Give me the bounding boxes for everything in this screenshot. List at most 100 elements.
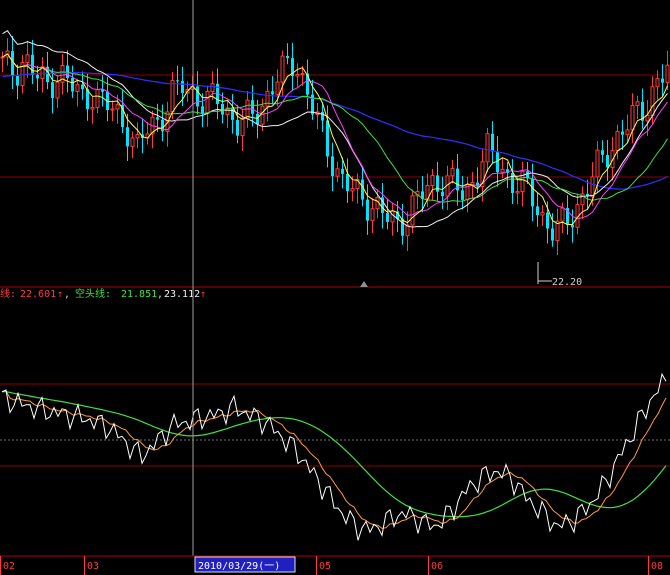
candle-body (286, 56, 289, 59)
x-tick-label: 06 (431, 561, 443, 572)
candle-body (16, 75, 19, 86)
indicator-separator: , (64, 289, 70, 300)
indicator-prefix: 线: (0, 287, 16, 300)
candle-body (601, 150, 604, 155)
candle-body (271, 91, 274, 95)
candle-body (370, 208, 375, 222)
candle-body (221, 103, 224, 115)
candle-body (546, 212, 549, 229)
candle-body (515, 191, 520, 194)
x-tick-group: 02 03 05 06 08 (0, 556, 663, 575)
indicator-value-3: 23.112 (164, 289, 200, 300)
candle-body (536, 206, 539, 216)
candle-body (256, 113, 259, 125)
indicator-value-2: 21.851 (121, 289, 157, 300)
candle-body (170, 79, 175, 113)
candle-body (31, 54, 34, 75)
candle-body (75, 84, 80, 92)
chart-canvas: 22.20 线: 22.601 ↑ , 空头线: 21.851 , 23.112… (0, 0, 670, 575)
candle-body (201, 106, 204, 114)
candle-body (260, 105, 265, 125)
candle-body (130, 137, 135, 147)
candle-body (110, 108, 115, 111)
candle-body (240, 117, 245, 137)
candle-body (430, 174, 435, 186)
x-tick-label: 02 (3, 561, 15, 572)
x-tick-label: 08 (651, 561, 663, 572)
candle-body (531, 178, 534, 207)
candle-body (341, 168, 344, 174)
candle-body (571, 224, 574, 228)
indicator-separator: , (157, 289, 163, 300)
candle-body (210, 83, 215, 93)
indicator-label-2: 空头线: (75, 287, 111, 300)
candle-body (461, 190, 464, 200)
candle-body (156, 117, 159, 120)
osc-line-green (1, 390, 667, 518)
candle-body (491, 133, 494, 152)
candle-body (595, 149, 600, 178)
candle-body (606, 154, 609, 168)
candle-body (361, 179, 364, 200)
oscillator-panel (0, 372, 670, 541)
candle-body (500, 168, 505, 173)
candle-body (275, 81, 280, 95)
candle-group (0, 35, 670, 256)
candle-body (650, 86, 655, 116)
candle-body (560, 207, 565, 222)
candle-body (441, 191, 444, 197)
candle-body (236, 119, 239, 136)
candle-body (655, 78, 660, 88)
candle-body (630, 105, 635, 131)
x-tick-label: 03 (87, 561, 99, 572)
candle-body (115, 104, 120, 110)
candle-body (71, 78, 74, 92)
low-marker-label: 22.20 (552, 277, 582, 288)
candle-body (551, 228, 554, 241)
candle-body (176, 80, 179, 82)
candle-body (251, 100, 254, 114)
osc-line-white (1, 372, 667, 541)
candle-body (81, 84, 84, 90)
candle-body (366, 199, 369, 221)
candle-body (181, 81, 184, 93)
candle-body (95, 89, 100, 109)
candle-body (590, 176, 595, 197)
up-arrow-icon: ↑ (200, 289, 206, 300)
candle-body (55, 81, 60, 99)
candle-body (321, 111, 324, 121)
candle-body (540, 212, 545, 216)
candle-body (665, 64, 670, 84)
candle-body (661, 78, 664, 83)
candle-body (331, 156, 334, 177)
candle-body (326, 120, 329, 157)
candle-body (485, 133, 490, 163)
candle-body (11, 51, 14, 76)
candle-body (635, 101, 640, 107)
candle-body (135, 133, 140, 139)
cursor-date-label: 2010/03/29(一) (198, 561, 280, 572)
up-arrow-icon: ↑ (57, 289, 63, 300)
candle-body (350, 188, 355, 192)
svg-text:线: 22.601 ↑: 线: 22.601 ↑ , 空头线: 21.851 , 23.112 ↑ (0, 287, 206, 300)
candle-body (36, 74, 39, 79)
candle-body (346, 173, 349, 191)
candle-body (615, 131, 620, 152)
candle-body (300, 73, 305, 76)
candle-body (0, 56, 5, 59)
candle-body (450, 168, 455, 177)
candle-body (280, 55, 285, 83)
pivot-triangle (360, 281, 368, 287)
candle-body (295, 73, 300, 77)
indicator-value-1: 22.601 (20, 289, 56, 300)
candle-body (51, 82, 54, 99)
candle-body (126, 127, 129, 147)
candle-body (410, 195, 415, 226)
candle-body (231, 108, 234, 120)
candle-body (90, 107, 95, 110)
candle-body (205, 91, 210, 114)
candle-body (520, 170, 525, 193)
candle-body (25, 54, 30, 64)
indicator-bar: 线: 22.601 ↑ , 空头线: 21.851 , 23.112 ↑ (0, 287, 206, 300)
x-tick-label: 05 (319, 561, 331, 572)
